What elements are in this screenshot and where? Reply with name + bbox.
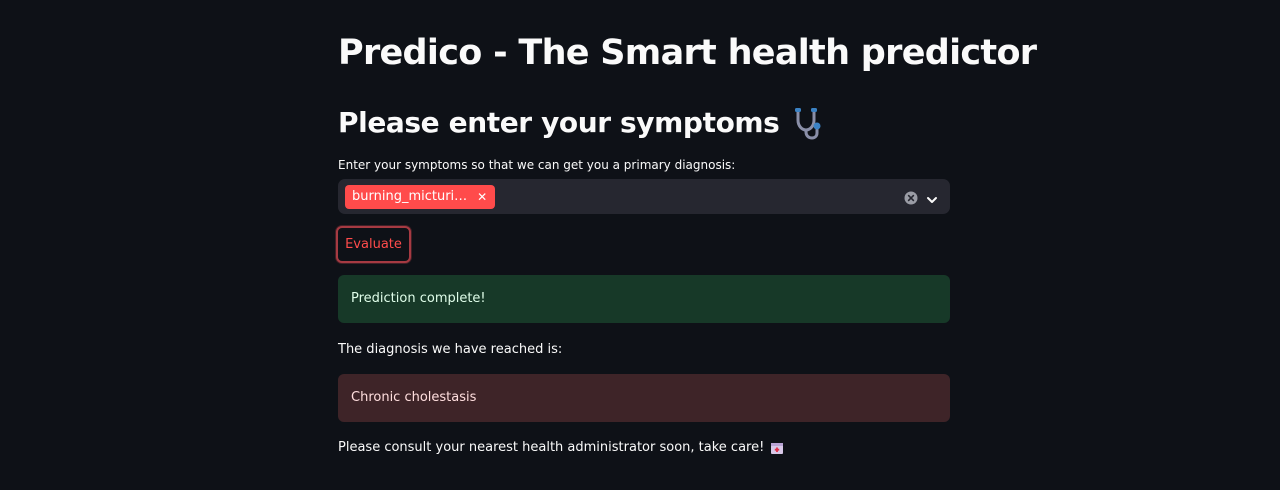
symptom-tag[interactable]: burning_micturi… ✕ [345,184,496,209]
diagnosis-alert: Chronic cholestasis [338,374,950,422]
remove-tag-icon[interactable]: ✕ [477,191,487,203]
symptoms-label: Enter your symptoms so that we can get y… [338,158,736,172]
success-message: Prediction complete! [351,291,486,306]
diagnosis-text: Chronic cholestasis [351,390,477,405]
subheader-text: Please enter your symptoms [338,106,780,139]
consult-message: Please consult your nearest health admin… [338,439,784,457]
symptoms-multiselect[interactable]: burning_micturi… ✕ [338,179,950,214]
evaluate-button[interactable]: Evaluate [336,226,411,263]
success-alert: Prediction complete! [338,275,950,323]
diagnosis-intro: The diagnosis we have reached is: [338,342,563,357]
stethoscope-icon [789,105,825,141]
hospital-icon [770,441,784,455]
consult-text: Please consult your nearest health admin… [338,440,765,455]
symptoms-subheader: Please enter your symptoms [338,104,825,142]
page-title: Predico - The Smart health predictor [338,33,1037,73]
chevron-down-icon[interactable] [926,191,938,203]
clear-all-icon[interactable] [904,190,918,205]
symptom-tag-label: burning_micturi… [352,189,468,204]
